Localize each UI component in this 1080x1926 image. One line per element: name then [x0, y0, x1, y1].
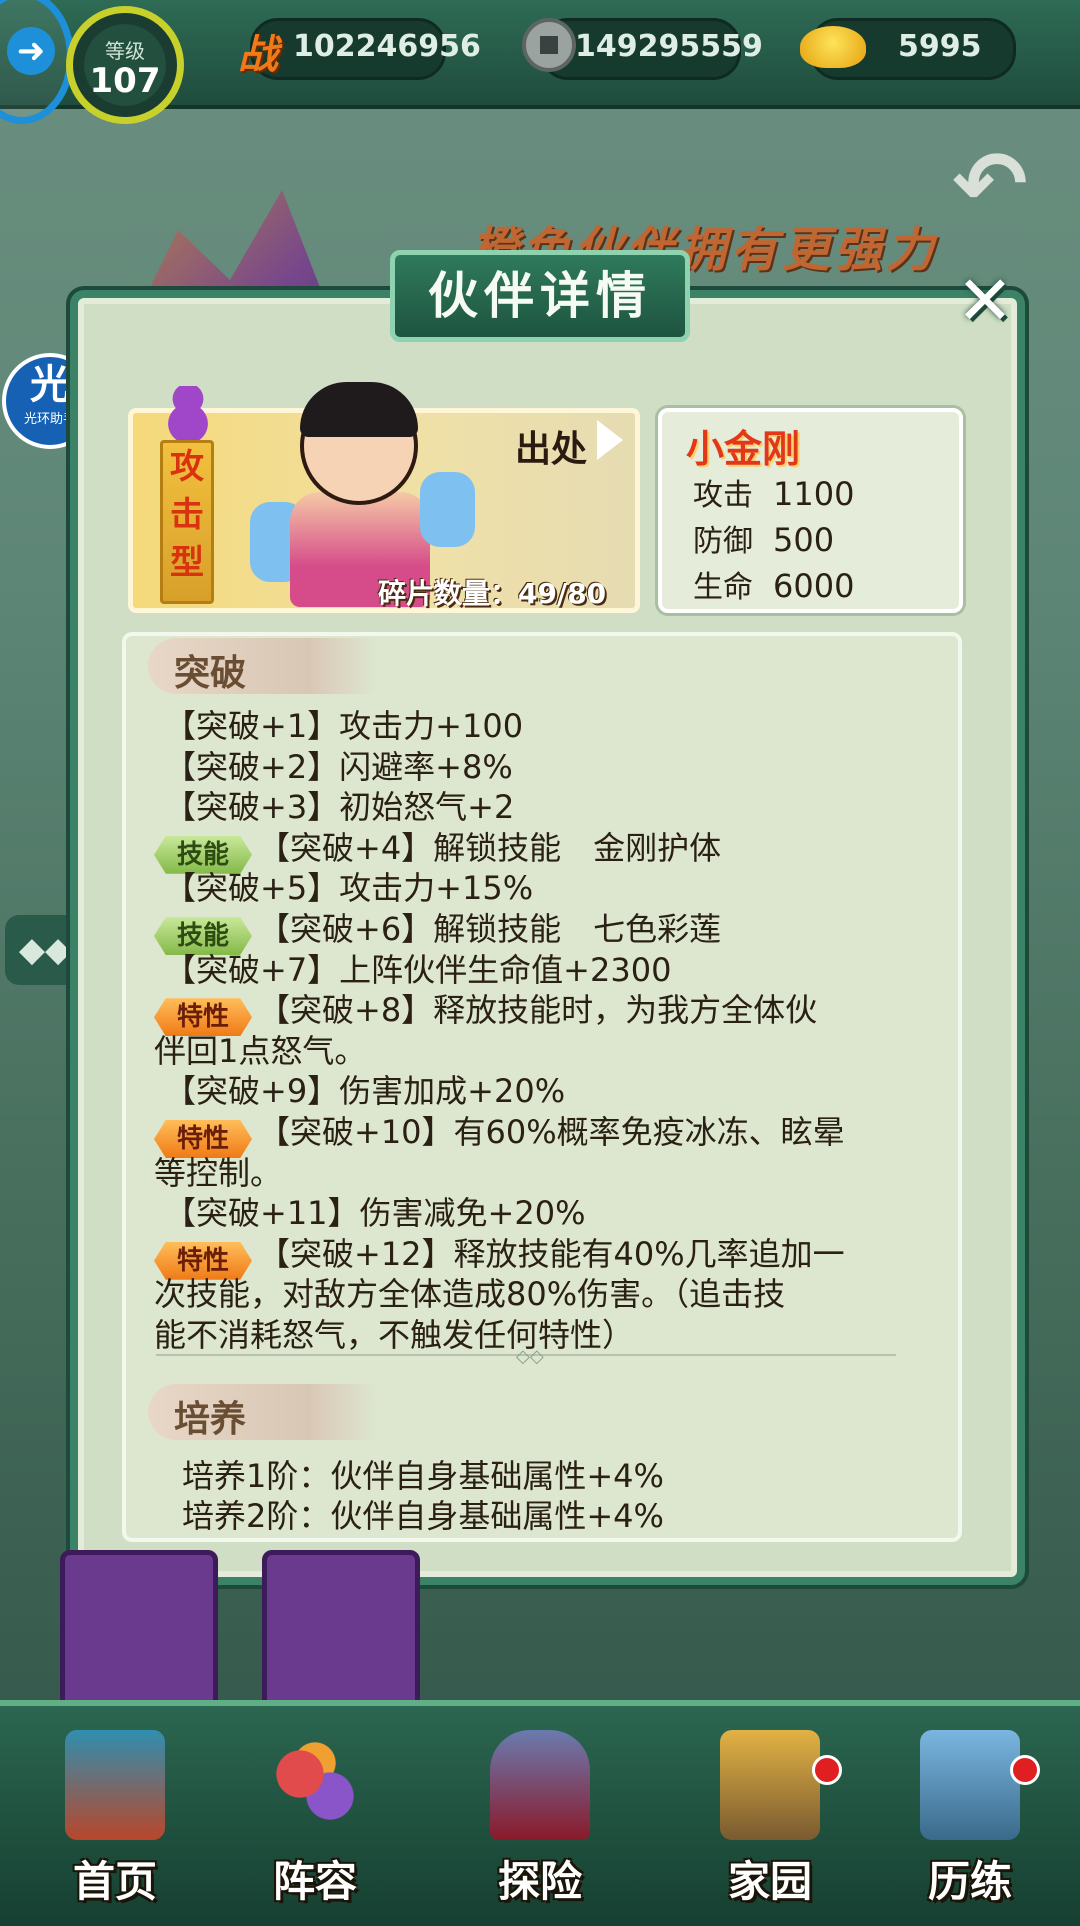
breakthrough-text: 【突破+10】有60%概率免疫冰冻、眩晕	[258, 1113, 845, 1151]
gourds-icon	[265, 1730, 365, 1840]
breakthrough-line: 【突破+5】攻击力+15%	[164, 868, 958, 908]
level-badge[interactable]: 等级 107	[66, 6, 184, 124]
cultivate-line: 培养2阶：伙伴自身基础属性+4%	[182, 1497, 664, 1535]
breakthrough-line: 技能 【突破+4】解锁技能 金刚护体	[154, 828, 958, 874]
breakthrough-line: 特性 【突破+8】释放技能时，为我方全体伙	[154, 990, 958, 1037]
breakthrough-line: 【突破+11】伤害减免+20%	[164, 1193, 958, 1233]
nav-label: 阵容	[272, 1857, 357, 1906]
coins-value: 149295559	[575, 29, 763, 64]
partner-card-partial[interactable]	[60, 1550, 218, 1710]
breakthrough-text: 【突破+5】攻击力+15%	[164, 869, 534, 908]
nav-label: 家园	[727, 1857, 812, 1906]
level-value: 107	[89, 61, 161, 101]
sword-mountain-icon	[920, 1730, 1020, 1840]
purple-gourd-icon	[166, 386, 210, 444]
nav-explore[interactable]: 探险	[450, 1730, 630, 1920]
breakthrough-text: 【突破+7】上阵伙伴生命值+2300	[164, 950, 672, 989]
breakthrough-line: 【突破+3】初始怒气+2	[164, 787, 958, 827]
type-char: 攻	[170, 447, 204, 487]
nav-label: 历练	[927, 1857, 1012, 1906]
stat-key: 防御	[693, 524, 753, 559]
arrow-right-icon: ➜	[7, 27, 55, 75]
breakthrough-text: 等控制。	[154, 1153, 283, 1192]
breakthrough-line: 【突破+2】闪避率+8%	[164, 747, 958, 787]
breakthrough-line: 【突破+1】攻击力+100	[164, 706, 958, 746]
breakthrough-line: 伴回1点怒气。	[154, 1031, 958, 1071]
notification-dot	[812, 1755, 842, 1785]
breakthrough-line: 能不消耗怒气，不触发任何特性）	[154, 1315, 958, 1355]
stat-attack: 攻击 1100	[693, 470, 854, 514]
breakthrough-text: 【突破+8】释放技能时，为我方全体伙	[258, 991, 818, 1030]
stat-key: 攻击	[693, 478, 753, 513]
partner-card-partial[interactable]	[262, 1550, 420, 1710]
power-pill: 102246956	[250, 18, 481, 80]
breakthrough-text: 【突破+2】闪避率+8%	[164, 747, 513, 786]
play-arrow-icon[interactable]	[597, 420, 623, 460]
breakthrough-text: 【突破+6】解锁技能 七色彩莲	[258, 910, 722, 948]
power-icon: 战	[238, 32, 278, 78]
notification-dot	[1010, 1755, 1040, 1785]
breakthrough-line: 特性 【突破+10】有60%概率免疫冰冻、眩晕	[154, 1112, 958, 1158]
house-icon	[720, 1730, 820, 1840]
breakthrough-text: 【突破+4】解锁技能 金刚护体	[258, 828, 722, 867]
modal-title: 伙伴详情	[390, 250, 690, 342]
hero-type-tag: 攻 击 型	[160, 440, 214, 604]
breakthrough-line: 技能 【突破+6】解锁技能 七色彩莲	[154, 909, 958, 955]
nav-label: 探险	[497, 1857, 582, 1906]
stat-defense: 防御 500	[693, 516, 834, 560]
nav-label: 首页	[72, 1857, 157, 1906]
stat-key: 生命	[693, 570, 753, 605]
breakthrough-text: 【突破+1】攻击力+100	[164, 707, 524, 745]
breakthrough-heading: 突破	[148, 638, 378, 694]
stat-value: 6000	[773, 567, 855, 605]
heading-text: 突破	[174, 653, 247, 694]
source-button[interactable]: 出处	[515, 420, 587, 472]
close-button[interactable]: ✕	[945, 262, 1025, 342]
stat-hp: 生命 6000	[693, 562, 854, 606]
breakthrough-text: 【突破+9】伤害加成+20%	[164, 1072, 566, 1111]
gold-value: 5995	[898, 29, 982, 64]
temple-icon	[65, 1730, 165, 1840]
stat-value: 1100	[773, 475, 855, 513]
breakthrough-line: 【突破+7】上阵伙伴生命值+2300	[164, 950, 958, 990]
back-arrow-button[interactable]: ↶	[935, 135, 1045, 235]
type-char: 击	[170, 495, 204, 535]
coin-icon	[522, 18, 576, 72]
breakthrough-line: 特性 【突破+12】释放技能有40%几率追加一	[154, 1234, 958, 1280]
divider-ornament-icon: ◇◇	[516, 1346, 544, 1367]
breakthrough-text: 【突破+12】释放技能有40%几率追加一	[258, 1234, 845, 1273]
breakthrough-line: 【突破+9】伤害加成+20%	[164, 1071, 958, 1111]
stat-value: 500	[773, 521, 835, 559]
breakthrough-text: 【突破+3】初始怒气+2	[164, 788, 515, 827]
detail-scroll-area[interactable]: 突破 【突破+1】攻击力+100 【突破+2】闪避率+8% 【突破+3】初始怒气+2…	[122, 632, 962, 1542]
level-label: 等级	[105, 39, 145, 63]
cave-gate-icon	[490, 1730, 590, 1840]
heading-text: 培养	[174, 1399, 247, 1440]
type-char: 型	[170, 543, 204, 583]
hero-name: 小金刚	[686, 427, 801, 471]
breakthrough-line: 等控制。	[154, 1153, 958, 1193]
breakthrough-text: 次技能，对敌方全体造成80%伤害。（追击技	[154, 1275, 786, 1314]
breakthrough-line: 次技能，对敌方全体造成80%伤害。（追击技	[154, 1274, 958, 1314]
gold-ingot-icon	[800, 26, 866, 68]
breakthrough-text: 伴回1点怒气。	[154, 1031, 367, 1070]
breakthrough-text: 能不消耗怒气，不触发任何特性）	[154, 1316, 635, 1354]
fragments-count: 碎片数量：49/80	[378, 577, 607, 610]
breakthrough-text: 【突破+11】伤害减免+20%	[164, 1194, 586, 1233]
nav-home[interactable]: 首页	[25, 1730, 205, 1920]
power-value: 102246956	[293, 29, 481, 64]
nav-lineup[interactable]: 阵容	[225, 1730, 405, 1920]
cultivate-line: 培养1阶：伙伴自身基础属性+4%	[182, 1457, 664, 1495]
cultivate-heading: 培养	[148, 1384, 378, 1440]
